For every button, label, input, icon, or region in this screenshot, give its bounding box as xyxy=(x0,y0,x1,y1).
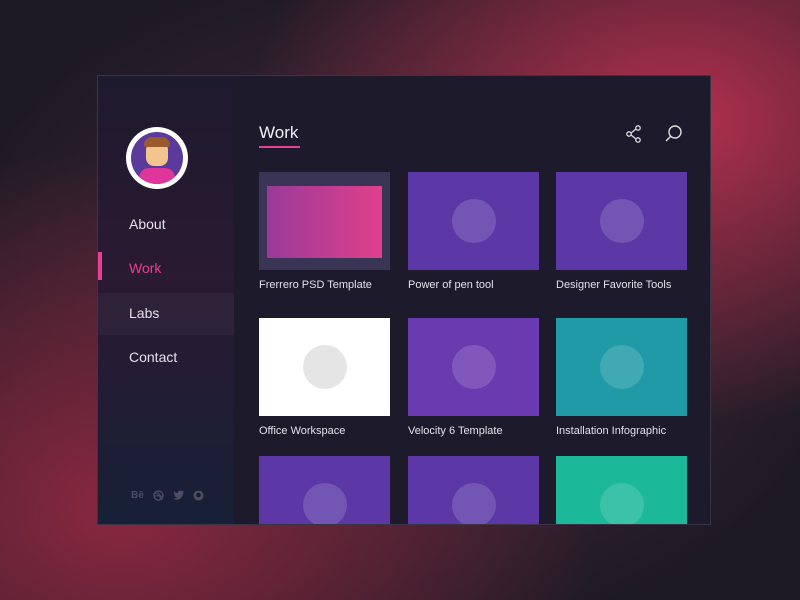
project-illustration xyxy=(302,483,347,524)
behance-icon[interactable]: Bē xyxy=(131,490,144,504)
project-illustration xyxy=(451,199,496,243)
github-icon[interactable] xyxy=(193,490,204,504)
project-card[interactable] xyxy=(408,456,539,524)
project-title[interactable]: Velocity 6 Template xyxy=(408,425,503,437)
title-underline xyxy=(259,146,300,148)
project-card[interactable] xyxy=(556,172,687,270)
active-indicator xyxy=(98,252,102,280)
main-content: Work Frerrero PSD Template Power of pen t… xyxy=(234,76,710,524)
nav-labs[interactable]: Labs xyxy=(129,305,159,321)
nav-contact[interactable]: Contact xyxy=(129,349,177,365)
twitter-icon[interactable] xyxy=(172,490,184,504)
portfolio-window: About Work Labs Contact Bē Work Frerrero… xyxy=(97,75,711,525)
page-title: Work xyxy=(259,123,299,142)
project-thumbnail xyxy=(267,186,382,258)
nav-work[interactable]: Work xyxy=(129,260,161,276)
avatar[interactable] xyxy=(126,127,188,189)
project-card[interactable] xyxy=(556,456,687,524)
share-icon[interactable] xyxy=(624,124,644,144)
project-card[interactable] xyxy=(408,172,539,270)
project-title[interactable]: Power of pen tool xyxy=(408,279,494,291)
project-card[interactable] xyxy=(259,318,390,416)
project-card[interactable] xyxy=(259,456,390,524)
project-card[interactable] xyxy=(259,172,390,270)
project-illustration xyxy=(599,345,644,389)
project-title[interactable]: Installation Infographic xyxy=(556,425,666,437)
project-card[interactable] xyxy=(556,318,687,416)
project-card[interactable] xyxy=(408,318,539,416)
project-illustration xyxy=(302,345,347,389)
project-illustration xyxy=(599,199,644,243)
project-title[interactable]: Office Workspace xyxy=(259,425,345,437)
dribbble-icon[interactable] xyxy=(153,490,164,504)
project-title[interactable]: Designer Favorite Tools xyxy=(556,279,671,291)
sidebar: About Work Labs Contact Bē xyxy=(98,76,234,524)
project-illustration xyxy=(451,483,496,524)
project-illustration xyxy=(599,483,644,524)
nav-about[interactable]: About xyxy=(129,216,166,232)
project-title[interactable]: Frerrero PSD Template xyxy=(259,279,372,291)
search-icon[interactable] xyxy=(664,124,684,144)
project-illustration xyxy=(451,345,496,389)
nav-hover-highlight xyxy=(98,293,234,335)
social-links: Bē xyxy=(131,490,204,504)
